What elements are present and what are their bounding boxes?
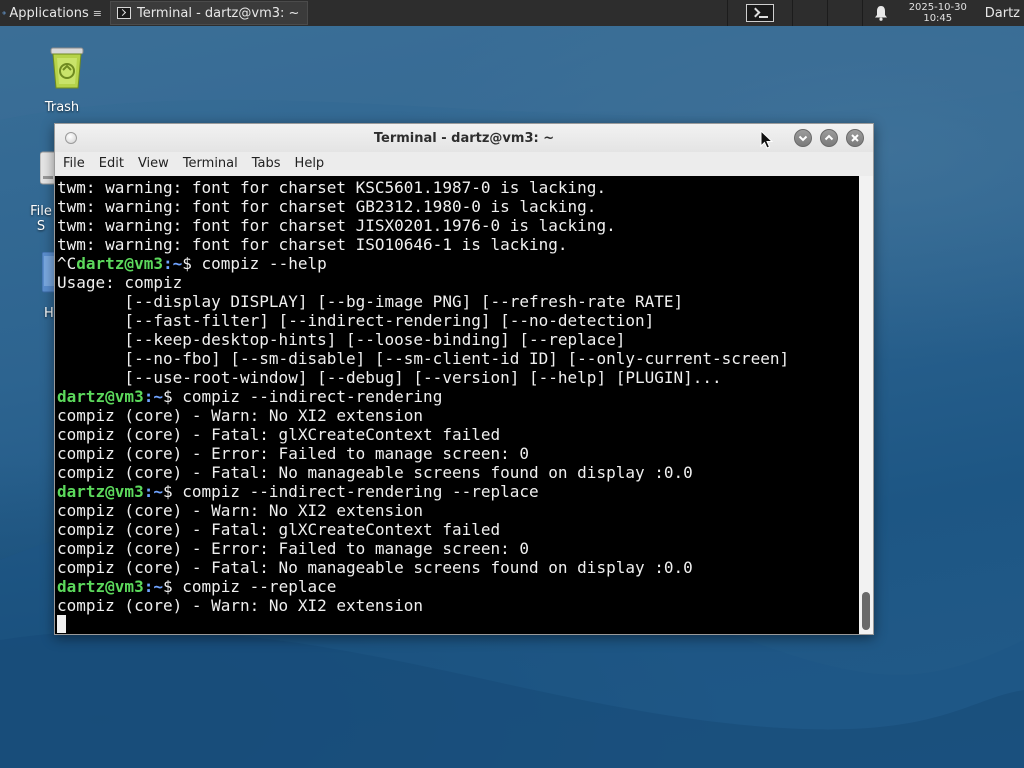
maximize-button[interactable] [820,129,838,147]
command-text: compiz --help [201,254,327,273]
terminal-icon [745,4,774,22]
applications-menu-button[interactable]: Applications ≡ [0,0,108,26]
clock[interactable]: 2025-10-30 10:45 [899,2,977,24]
command-line: dartz@vm3:~$ compiz --indirect-rendering [57,387,859,406]
output-line: compiz (core) - Fatal: No manageable scr… [57,463,693,482]
command-line: dartz@vm3:~$ compiz --indirect-rendering… [57,482,859,501]
tray-terminal-launcher[interactable] [728,0,792,26]
prompt-path: :~ [143,482,163,501]
terminal-scrollbar[interactable] [859,176,873,634]
prompt-path: :~ [143,577,163,596]
user-menu[interactable]: Dartz [977,6,1024,21]
prompt-path: :~ [162,254,183,273]
mouse-pointer-icon [760,130,774,149]
terminal-icon [117,7,131,19]
text-cursor [57,615,66,633]
output-line: [--display DISPLAY] [--bg-image PNG] [--… [57,292,684,311]
home-label: H [44,306,54,321]
terminal-menubar: File Edit View Terminal Tabs Help [55,152,873,176]
close-button[interactable] [846,129,864,147]
tray-slot [828,0,862,26]
menu-tabs[interactable]: Tabs [245,152,288,176]
separator-icon: ≡ [92,6,102,20]
taskbar-item-terminal[interactable]: Terminal - dartz@vm3: ~ [110,1,308,25]
minimize-icon [798,135,808,142]
output-line: compiz (core) - Fatal: No manageable scr… [57,558,693,577]
prompt-symbol: $ [162,482,183,501]
output-line: compiz (core) - Warn: No XI2 extension [57,406,424,425]
maximize-icon [824,134,834,141]
output-line: compiz (core) - Fatal: glXCreateContext … [57,520,501,539]
top-panel: Applications ≡ Terminal - dartz@vm3: ~ 2… [0,0,1024,26]
menu-edit[interactable]: Edit [92,152,131,176]
command-text: compiz --indirect-rendering --replace [182,482,539,501]
window-menu-icon[interactable] [65,132,77,144]
window-titlebar[interactable]: Terminal - dartz@vm3: ~ [55,124,873,152]
output-line: twm: warning: font for charset KSC5601.1… [57,178,607,197]
prompt-user: dartz@vm3 [76,254,163,273]
interrupt-marker: ^C [57,254,77,273]
menu-terminal[interactable]: Terminal [176,152,245,176]
prompt-symbol: $ [162,577,183,596]
terminal-output[interactable]: twm: warning: font for charset KSC5601.1… [55,176,859,634]
desktop-icon-trash[interactable]: Trash [28,44,96,115]
output-line: Usage: compiz [57,273,183,292]
close-icon [851,134,859,142]
file-system-label: File S [30,204,52,234]
applications-label: Applications [9,5,89,21]
taskbar-item-label: Terminal - dartz@vm3: ~ [137,5,300,21]
prompt-symbol: $ [182,254,202,273]
output-line: compiz (core) - Error: Failed to manage … [57,444,530,463]
output-line: [--use-root-window] [--debug] [--version… [57,368,722,387]
window-title: Terminal - dartz@vm3: ~ [373,130,555,146]
menu-file[interactable]: File [55,152,92,176]
output-line: [--fast-filter] [--indirect-rendering] [… [57,311,655,330]
prompt-user: dartz@vm3 [57,482,144,501]
applications-icon [2,10,7,16]
output-line: twm: warning: font for charset JISX0201.… [57,216,616,235]
prompt-user: dartz@vm3 [57,387,144,406]
tray-slot [793,0,827,26]
menu-help[interactable]: Help [288,152,332,176]
prompt-symbol: $ [162,387,183,406]
terminal-window: Terminal - dartz@vm3: ~ File Edit View T… [54,123,874,635]
desktop: Trash File S H Terminal - dartz@vm3: ~ F… [0,0,1024,768]
scrollbar-thumb[interactable] [862,592,870,630]
output-line: [--keep-desktop-hints] [--loose-binding]… [57,330,626,349]
menu-view[interactable]: View [131,152,176,176]
clock-date: 2025-10-30 [908,2,967,13]
prompt-user: dartz@vm3 [57,577,144,596]
trash-label: Trash [44,100,80,115]
output-line: compiz (core) - Fatal: glXCreateContext … [57,425,501,444]
prompt-path: :~ [143,387,163,406]
output-line: twm: warning: font for charset ISO10646-… [57,235,568,254]
notification-bell-icon [874,6,887,21]
command-line: dartz@vm3:~$ compiz --replace [57,577,859,596]
cursor-line [57,615,859,634]
command-text: compiz --replace [182,577,337,596]
minimize-button[interactable] [794,129,812,147]
trash-icon [50,47,84,89]
command-line: ^Cdartz@vm3:~$ compiz --help [57,254,859,273]
output-line: compiz (core) - Warn: No XI2 extension [57,596,424,615]
command-text: compiz --indirect-rendering [182,387,443,406]
notifications-button[interactable] [863,0,899,26]
clock-time: 10:45 [923,13,953,24]
output-line: compiz (core) - Error: Failed to manage … [57,539,530,558]
output-line: [--no-fbo] [--sm-disable] [--sm-client-i… [57,349,790,368]
output-line: compiz (core) - Warn: No XI2 extension [57,501,424,520]
output-line: twm: warning: font for charset GB2312.19… [57,197,597,216]
